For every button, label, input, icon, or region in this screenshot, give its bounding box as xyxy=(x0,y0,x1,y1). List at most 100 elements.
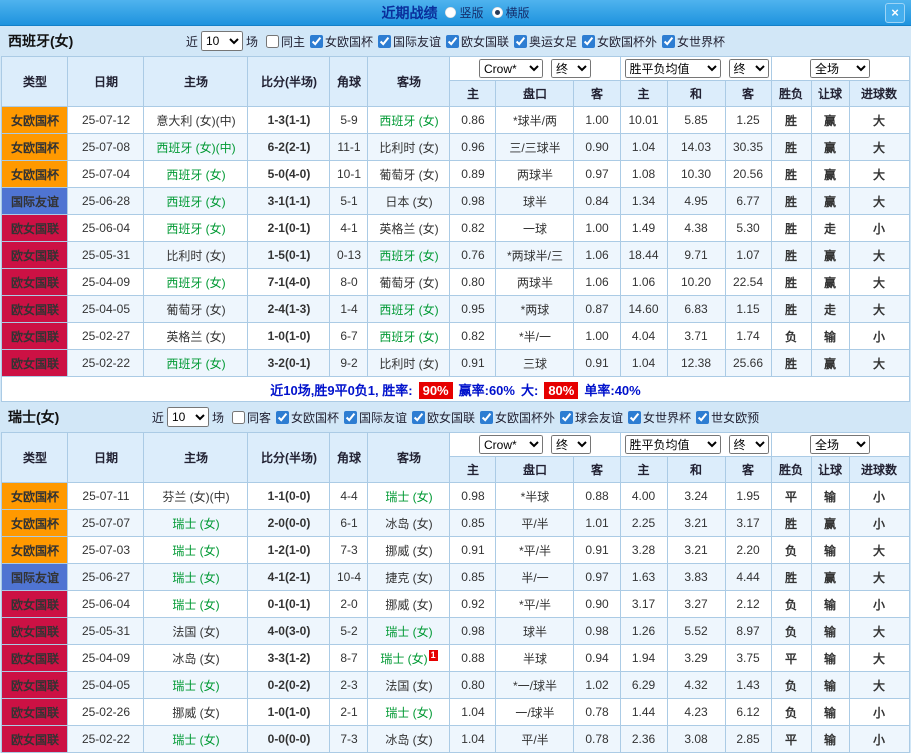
filter-checkbox-2[interactable]: 国际友谊 xyxy=(377,33,441,50)
result-goals: 大 xyxy=(848,536,910,564)
checkbox-icon[interactable] xyxy=(560,410,574,424)
layout-horizontal-radio[interactable]: 横版 xyxy=(491,4,530,21)
corner-score: 7-3 xyxy=(329,725,369,753)
checkbox-icon[interactable] xyxy=(275,410,289,424)
checkbox-icon[interactable] xyxy=(265,34,279,48)
radio-unselected-icon xyxy=(445,7,457,18)
handicap-line: *平/半 xyxy=(495,536,575,564)
filter-checkbox-3[interactable]: 欧女国联 xyxy=(412,409,475,426)
filter-checkbox-0[interactable]: 同主 xyxy=(265,33,305,50)
away-team: 葡萄牙 (女) xyxy=(367,160,451,188)
handicap-line: 一/球半 xyxy=(495,698,575,726)
recent-count-select[interactable]: 10 xyxy=(166,407,209,427)
column-header: 比分(半场) xyxy=(247,56,331,107)
result-goals: 大 xyxy=(848,617,910,645)
bookmaker-select[interactable]: Crow* xyxy=(478,59,543,78)
filter-checkbox-label: 球会友谊 xyxy=(575,410,624,425)
result-goals: 小 xyxy=(848,698,910,726)
filter-checkbox-6[interactable]: 女世界杯 xyxy=(662,33,725,50)
avg-away-odds: 1.74 xyxy=(724,322,772,350)
handicap-home-odds: 0.91 xyxy=(449,536,497,564)
match-row: 欧女国联 25-06-04 西班牙 (女) 2-1(0-1) 4-1 英格兰 (女) 0.8… xyxy=(1,214,910,242)
away-team: 瑞士 (女) 1 xyxy=(367,644,451,672)
avg-final-select[interactable]: 终 xyxy=(728,59,769,78)
handicap-final-select[interactable]: 终 xyxy=(550,435,591,454)
filter-checkbox-0[interactable]: 同客 xyxy=(231,409,271,426)
layout-vertical-radio[interactable]: 竖版 xyxy=(445,4,484,21)
avg-home-odds: 1.26 xyxy=(619,617,668,645)
avg-away-odds: 20.56 xyxy=(724,160,772,188)
checkbox-icon[interactable] xyxy=(480,410,494,424)
match-date: 25-07-12 xyxy=(67,106,145,134)
corner-score: 6-1 xyxy=(329,509,369,537)
recent-count-select[interactable]: 10 xyxy=(200,31,243,51)
avg-final-select[interactable]: 终 xyxy=(728,435,769,454)
checkbox-icon[interactable] xyxy=(309,34,323,48)
column-header: 比分(半场) xyxy=(247,432,331,483)
rate-chip: 80% xyxy=(544,381,579,399)
competition-type-badge: 女欧国杯 xyxy=(1,133,69,161)
handicap-home-odds: 0.98 xyxy=(449,482,497,510)
filter-checkbox-7[interactable]: 世女欧预 xyxy=(696,409,759,426)
filter-checkbox-5[interactable]: 女欧国杯外 xyxy=(582,33,657,50)
match-date: 25-05-31 xyxy=(67,617,145,645)
avg-away-odds: 5.30 xyxy=(724,214,772,242)
handicap-line: *球半/两 xyxy=(495,106,575,134)
filter-checkbox-4[interactable]: 女欧国杯外 xyxy=(480,409,555,426)
handicap-final-select[interactable]: 终 xyxy=(550,59,591,78)
handicap-away-odds: 0.90 xyxy=(573,590,621,618)
avg-type-select[interactable]: 胜平负均值 xyxy=(624,59,721,78)
result-goals: 小 xyxy=(848,590,910,618)
avg-type-select[interactable]: 胜平负均值 xyxy=(624,435,721,454)
checkbox-icon[interactable] xyxy=(662,34,676,48)
filter-checkbox-2[interactable]: 国际友谊 xyxy=(343,409,407,426)
scope-select[interactable]: 全场 xyxy=(810,59,870,78)
avg-away-odds: 6.77 xyxy=(724,187,772,215)
filter-checkbox-label: 女欧国杯 xyxy=(324,34,373,49)
scope-select[interactable]: 全场 xyxy=(810,435,870,454)
filter-checkbox-3[interactable]: 欧女国联 xyxy=(446,33,509,50)
result-goals: 大 xyxy=(848,241,910,269)
column-header: 主 xyxy=(619,456,668,483)
checkbox-icon[interactable] xyxy=(343,410,357,424)
avg-draw-odds: 4.38 xyxy=(666,214,726,242)
corner-score: 2-3 xyxy=(329,671,369,699)
competition-type-badge: 欧女国联 xyxy=(1,214,69,242)
match-date: 25-07-07 xyxy=(67,509,145,537)
match-score: 3-1(1-1) xyxy=(247,187,331,215)
match-score: 2-1(0-1) xyxy=(247,214,331,242)
checkbox-icon[interactable] xyxy=(377,34,391,48)
handicap-away-odds: 1.06 xyxy=(573,268,621,296)
handicap-line: *一/球半 xyxy=(495,671,575,699)
competition-type-badge: 欧女国联 xyxy=(1,671,69,699)
column-header: 让球 xyxy=(810,80,850,107)
result-handicap: 赢 xyxy=(810,563,850,591)
result-outcome: 负 xyxy=(770,322,812,350)
bookmaker-select[interactable]: Crow* xyxy=(478,435,543,454)
checkbox-icon[interactable] xyxy=(582,34,596,48)
close-button[interactable]: × xyxy=(885,3,905,23)
filter-checkbox-4[interactable]: 奥运女足 xyxy=(514,33,577,50)
checkbox-icon[interactable] xyxy=(231,410,245,424)
match-row: 女欧国杯 25-07-08 西班牙 (女)(中) 6-2(2-1) 11-1 比利时 (女… xyxy=(1,133,910,161)
filter-checkbox-1[interactable]: 女欧国杯 xyxy=(275,409,339,426)
match-date: 25-04-09 xyxy=(67,644,145,672)
match-score: 4-1(2-1) xyxy=(247,563,331,591)
checkbox-icon[interactable] xyxy=(412,410,425,424)
checkbox-icon[interactable] xyxy=(696,410,710,424)
filter-checkbox-5[interactable]: 球会友谊 xyxy=(560,409,623,426)
match-score: 5-0(4-0) xyxy=(247,160,331,188)
handicap-away-odds: 0.78 xyxy=(573,725,621,753)
match-score: 0-0(0-0) xyxy=(247,725,331,753)
filter-checkbox-1[interactable]: 女欧国杯 xyxy=(309,33,373,50)
result-outcome: 胜 xyxy=(770,214,812,242)
avg-home-odds: 4.04 xyxy=(619,322,668,350)
checkbox-icon[interactable] xyxy=(446,34,459,48)
avg-draw-odds: 3.29 xyxy=(666,644,726,672)
filter-checkbox-6[interactable]: 女世界杯 xyxy=(628,409,691,426)
handicap-away-odds: 0.94 xyxy=(573,644,621,672)
handicap-home-odds: 0.82 xyxy=(449,322,497,350)
handicap-home-odds: 0.89 xyxy=(449,160,497,188)
checkbox-icon[interactable] xyxy=(514,34,528,48)
checkbox-icon[interactable] xyxy=(628,410,642,424)
